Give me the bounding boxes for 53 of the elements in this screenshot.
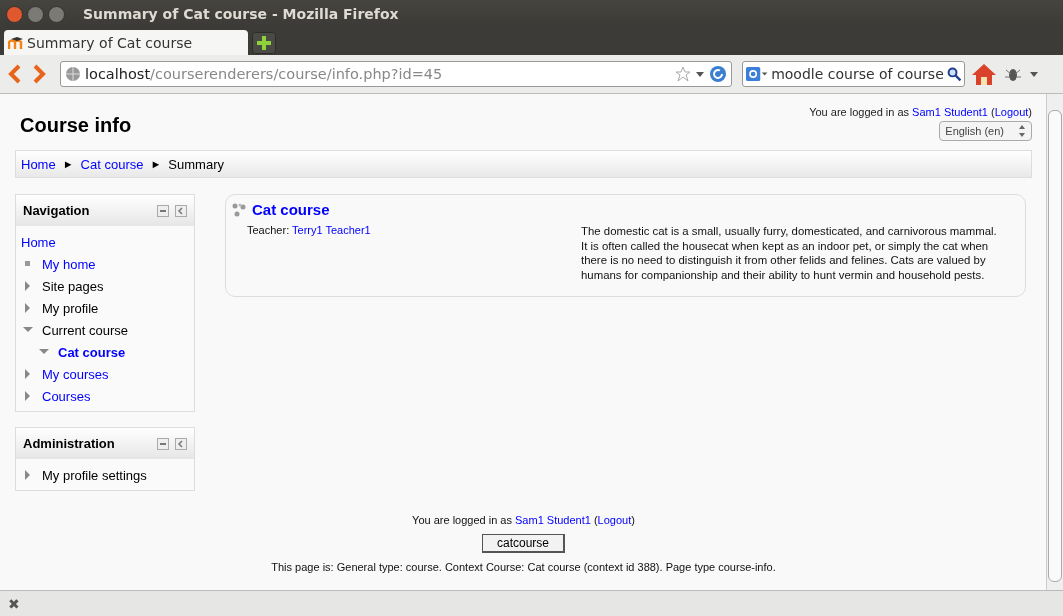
course-button[interactable]: catcourse bbox=[482, 534, 565, 553]
user-link[interactable]: Sam1 Student1 bbox=[912, 106, 988, 118]
window-title: Summary of Cat course - Mozilla Firefox bbox=[83, 6, 399, 22]
reload-icon[interactable] bbox=[709, 65, 727, 83]
home-icon[interactable] bbox=[971, 62, 997, 86]
address-bar[interactable]: localhost/courserenderers/course/info.php?id=45 bbox=[60, 61, 732, 87]
page-info: This page is: General type: course. Context Course: Cat course (context id 388). Page type course-info. bbox=[271, 561, 776, 573]
breadcrumb-separator: ► bbox=[62, 158, 74, 170]
minimize-button[interactable] bbox=[27, 5, 44, 23]
breadcrumb-current: Summary bbox=[168, 156, 224, 172]
page-title: Course info bbox=[20, 114, 132, 138]
nav-link[interactable]: Cat course bbox=[58, 344, 126, 360]
block-title: Administration bbox=[23, 436, 116, 451]
course-summary: The domestic cat is a small, usually furry, domesticated, and carnivorous mammal. It is often called the housecat when kept as an indoor pet, or simply the cat when there is no need to distinguish it from other felids and felines. Cats are valued by humans for companionship and their ability to hunt vermin and household pests. bbox=[581, 224, 998, 282]
login-info: You are logged in as Sam1 Student1 (Logout) bbox=[809, 106, 1032, 118]
minimize-block-icon[interactable] bbox=[157, 437, 169, 450]
block-title: Navigation bbox=[23, 203, 91, 218]
footer-login-info: You are logged in as Sam1 Student1 (Logout) bbox=[412, 514, 635, 526]
minimize-block-icon[interactable] bbox=[157, 204, 169, 217]
close-addon-bar-button[interactable]: ✖ bbox=[8, 595, 20, 612]
search-engine-icon[interactable] bbox=[746, 65, 769, 83]
user-link[interactable]: Logout bbox=[994, 106, 1029, 118]
browser-tab[interactable]: Summary of Cat course bbox=[4, 30, 248, 55]
nav-item[interactable]: My profile bbox=[42, 300, 99, 316]
breadcrumb-separator: ► bbox=[150, 158, 162, 170]
new-tab-icon[interactable] bbox=[252, 32, 276, 54]
nav-link[interactable]: Courses bbox=[42, 388, 91, 404]
dock-block-icon[interactable] bbox=[175, 204, 187, 217]
spinner-icon bbox=[1018, 124, 1026, 138]
nav-link[interactable]: Home bbox=[21, 234, 56, 250]
search-field[interactable]: moodle course of course bbox=[742, 61, 965, 87]
user-link[interactable]: Logout bbox=[597, 514, 632, 526]
maximize-button[interactable] bbox=[48, 5, 65, 23]
nav-item[interactable]: Site pages bbox=[42, 278, 104, 294]
breadcrumb-link[interactable]: Home bbox=[21, 156, 56, 172]
nav-item[interactable]: Current course bbox=[42, 322, 128, 338]
globe-icon bbox=[65, 66, 81, 82]
language-select[interactable]: English (en) bbox=[939, 121, 1032, 141]
nav-link[interactable]: My courses bbox=[42, 366, 109, 382]
star-icon[interactable] bbox=[675, 66, 691, 82]
breadcrumb-link[interactable]: Cat course bbox=[80, 156, 144, 172]
dock-block-icon[interactable] bbox=[175, 437, 187, 450]
search-icon[interactable] bbox=[946, 65, 961, 83]
course-title-link[interactable]: Cat course bbox=[252, 201, 330, 218]
nav-item[interactable]: My profile settings bbox=[42, 467, 147, 483]
moodle-logo-icon bbox=[8, 35, 24, 50]
nav-link[interactable]: My home bbox=[42, 256, 96, 272]
teacher-info: Teacher: Terry1 Teacher1 bbox=[247, 224, 372, 236]
user-link[interactable]: Sam1 Student1 bbox=[515, 514, 591, 526]
scrollbar[interactable] bbox=[1046, 94, 1063, 590]
course-icon bbox=[231, 201, 247, 218]
close-button[interactable] bbox=[6, 5, 23, 23]
teacher-link[interactable]: Terry1 Teacher1 bbox=[292, 224, 371, 236]
